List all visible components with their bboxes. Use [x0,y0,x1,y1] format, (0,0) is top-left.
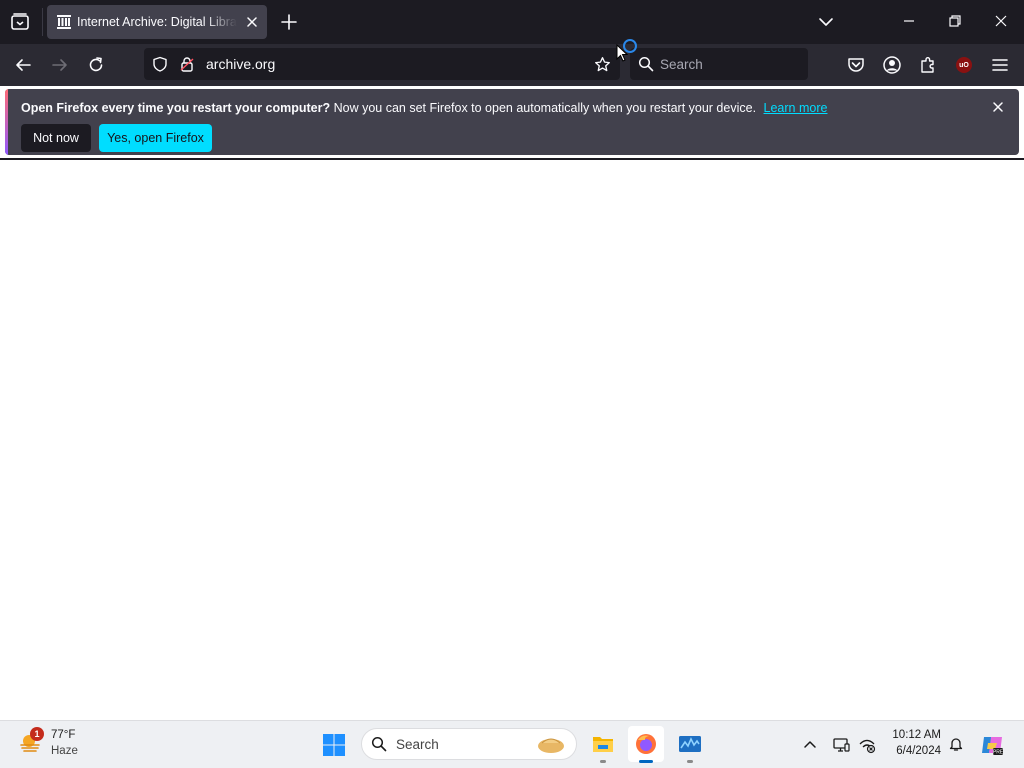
weather-temperature: 77°F [51,729,76,741]
app-running-indicator [687,760,693,763]
chevron-down-icon[interactable] [818,14,834,30]
lock-icon[interactable] [179,56,195,72]
taskbar-performance-monitor[interactable] [672,726,708,763]
weather-condition: Haze [51,745,78,757]
close-icon[interactable] [992,101,1004,113]
learn-more-link[interactable]: Learn more [764,101,828,115]
tab-strip: Internet Archive: Digital Library of Fre… [0,0,1024,44]
firefox-icon [634,732,658,756]
notification-title: Open Firefox every time you restart your… [21,101,331,115]
tab-manager-icon[interactable] [8,10,32,34]
close-icon[interactable] [245,15,259,29]
search-highlight-icon [536,733,566,755]
star-icon[interactable] [594,56,611,73]
mouse-cursor-icon [616,44,628,62]
taskbar-search-label: Search [396,737,439,752]
menu-icon[interactable] [990,55,1010,75]
taskbar-firefox[interactable] [628,726,664,763]
copilot-icon[interactable]: PRE [980,733,1004,757]
search-bar[interactable]: Search [630,48,808,80]
notification-message: Open Firefox every time you restart your… [21,101,827,115]
address-bar[interactable]: archive.org [144,48,620,80]
search-icon [638,56,654,72]
reload-icon[interactable] [87,56,105,74]
forward-arrow-icon[interactable] [51,56,69,74]
search-icon [371,736,387,752]
bell-icon[interactable] [948,736,964,752]
app-active-indicator [639,760,653,763]
network-off-icon[interactable] [858,736,876,754]
archive-favicon-icon [56,14,72,30]
svg-text:PRE: PRE [993,750,1004,756]
file-explorer-icon [591,732,615,756]
notification-accent-bar [5,89,8,155]
taskbar-search-box[interactable]: Search [361,728,577,760]
taskbar-file-explorer[interactable] [585,726,621,763]
taskbar: 1 77°F Haze Search 10:12 AM 6/4/2024 PRE [0,720,1024,768]
display-icon[interactable] [832,736,850,754]
app-running-indicator [600,760,606,763]
shield-icon[interactable] [152,56,168,72]
window-close-icon[interactable] [994,14,1008,28]
ublock-icon[interactable]: uO [956,57,972,73]
tab-title: Internet Archive: Digital Library of Fre… [77,15,237,29]
minimize-icon[interactable] [902,14,916,28]
search-placeholder: Search [660,57,703,72]
tab-internet-archive[interactable]: Internet Archive: Digital Library of Fre… [47,5,267,39]
notification-text: Now you can set Firefox to open automati… [333,101,757,115]
account-icon[interactable] [882,55,902,75]
windows-start-icon[interactable] [322,733,346,757]
url-text[interactable]: archive.org [206,56,275,72]
not-now-button[interactable]: Not now [21,124,91,152]
default-browser-notification: Open Firefox every time you restart your… [5,89,1019,155]
clock-date[interactable]: 6/4/2024 [889,745,941,757]
plus-icon[interactable] [280,13,298,31]
chevron-up-icon[interactable] [802,736,818,752]
pocket-icon[interactable] [846,55,866,75]
extensions-icon[interactable] [918,55,938,75]
yes-open-firefox-button[interactable]: Yes, open Firefox [99,124,212,152]
navigation-toolbar: archive.org Search uO [0,44,1024,86]
back-arrow-icon[interactable] [14,56,32,74]
weather-alert-badge: 1 [30,727,44,741]
restore-icon[interactable] [948,14,962,28]
page-content-area[interactable] [0,160,1024,720]
tabstrip-divider [42,8,43,36]
clock-time[interactable]: 10:12 AM [889,729,941,741]
performance-monitor-icon [678,732,702,756]
